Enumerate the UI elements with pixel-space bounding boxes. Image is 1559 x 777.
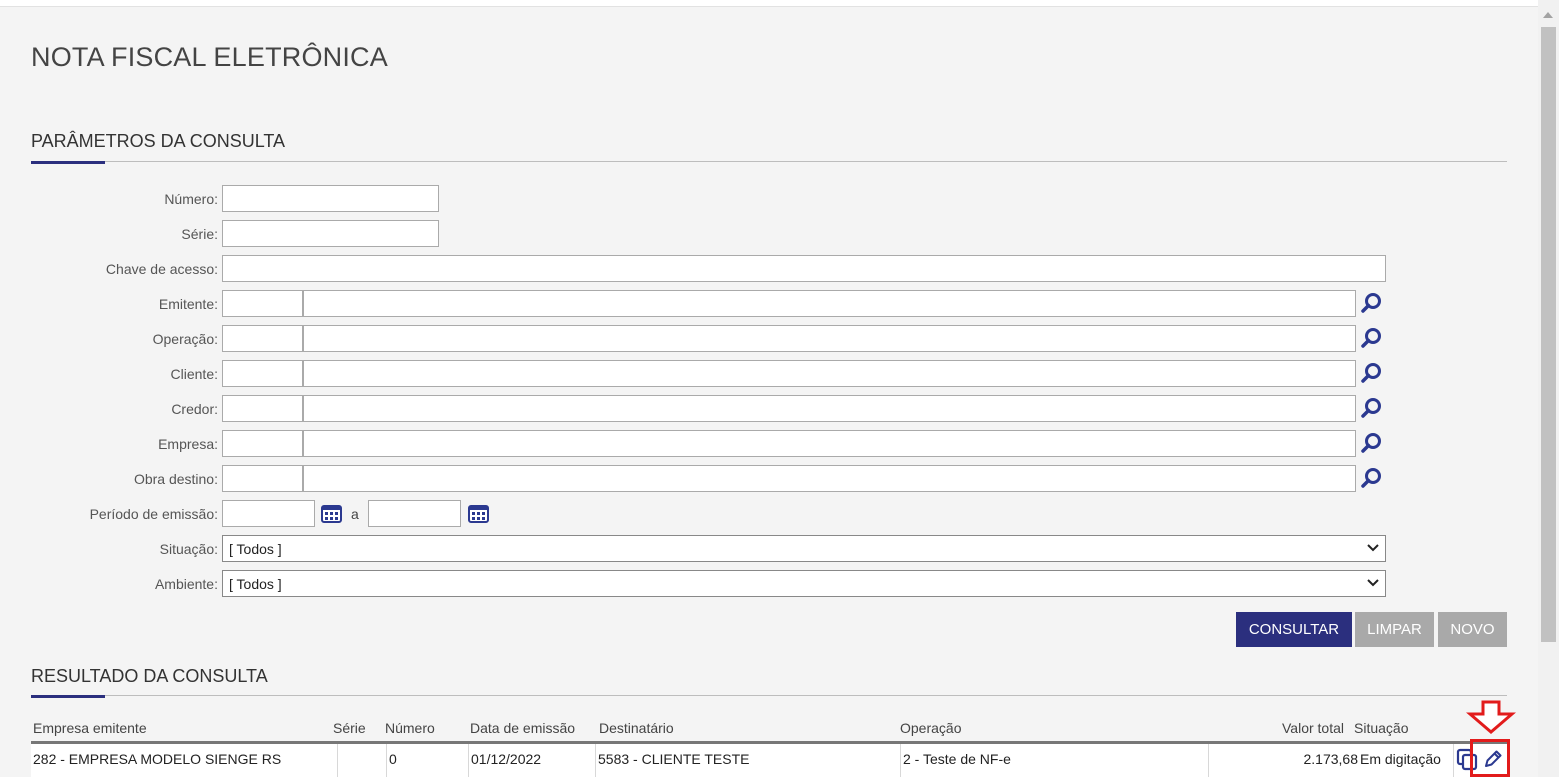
col-header-data[interactable]: Data de emissão: [470, 720, 575, 736]
ambiente-selected-value: [ Todos ]: [229, 576, 282, 592]
cell-destinatario: 5583 - CLIENTE TESTE: [598, 751, 750, 767]
situacao-select[interactable]: [ Todos ]: [222, 535, 1386, 562]
column-separator: [900, 744, 901, 777]
params-section-divider: [31, 161, 1507, 162]
situacao-selected-value: [ Todos ]: [229, 541, 282, 557]
results-section-divider: [31, 695, 1507, 696]
operacao-search-button[interactable]: [1358, 325, 1386, 352]
cell-numero: 0: [389, 751, 397, 767]
numero-label: Número:: [164, 191, 218, 207]
calendar-icon: [468, 505, 489, 523]
cell-valor: 2.173,68: [1303, 751, 1359, 767]
magnifier-icon: [1361, 328, 1381, 348]
periodo-separator: a: [351, 506, 359, 522]
serie-label: Série:: [181, 226, 218, 242]
empresa-label: Empresa:: [158, 436, 218, 452]
col-header-numero[interactable]: Número: [385, 720, 435, 736]
cell-situacao: Em digitação: [1360, 751, 1441, 767]
scroll-thumb[interactable]: [1541, 27, 1556, 642]
empresa-search-button[interactable]: [1358, 430, 1386, 457]
calendar-icon: [321, 505, 342, 523]
emitente-desc-input[interactable]: [303, 290, 1356, 317]
column-separator: [1208, 744, 1209, 777]
column-separator: [468, 744, 469, 777]
credor-code-input[interactable]: [222, 395, 303, 422]
chave-label: Chave de acesso:: [105, 261, 218, 277]
periodo-to-input[interactable]: [368, 500, 461, 527]
chave-acesso-input[interactable]: [222, 255, 1386, 282]
credor-search-button[interactable]: [1358, 395, 1386, 422]
obra-destino-desc-input[interactable]: [303, 465, 1356, 492]
operacao-code-input[interactable]: [222, 325, 303, 352]
magnifier-icon: [1361, 293, 1381, 313]
magnifier-icon: [1361, 468, 1381, 488]
col-header-destinatario[interactable]: Destinatário: [599, 720, 674, 736]
down-arrow-icon: [1465, 700, 1517, 734]
col-header-valor[interactable]: Valor total: [1282, 720, 1344, 736]
periodo-label: Período de emissão:: [89, 506, 218, 522]
col-header-situacao[interactable]: Situação: [1354, 720, 1408, 736]
column-separator: [595, 744, 596, 777]
top-strip: [0, 0, 1538, 7]
periodo-from-calendar-button[interactable]: [318, 500, 345, 527]
column-separator: [1453, 744, 1454, 777]
consultar-button[interactable]: CONSULTAR: [1236, 612, 1352, 647]
situacao-label: Situação:: [159, 541, 218, 557]
cliente-code-input[interactable]: [222, 360, 303, 387]
cliente-label: Cliente:: [170, 366, 218, 382]
magnifier-icon: [1361, 433, 1381, 453]
col-header-operacao[interactable]: Operação: [900, 720, 961, 736]
cliente-desc-input[interactable]: [303, 360, 1356, 387]
novo-button[interactable]: NOVO: [1438, 612, 1507, 647]
params-section-accent: [31, 161, 105, 164]
empresa-code-input[interactable]: [222, 430, 303, 457]
col-header-serie[interactable]: Série: [333, 720, 366, 736]
numero-input[interactable]: [222, 185, 439, 212]
periodo-from-input[interactable]: [222, 500, 315, 527]
ambiente-select[interactable]: [ Todos ]: [222, 570, 1386, 597]
emitente-code-input[interactable]: [222, 290, 303, 317]
magnifier-icon: [1361, 398, 1381, 418]
obra-destino-code-input[interactable]: [222, 465, 303, 492]
empresa-desc-input[interactable]: [303, 430, 1356, 457]
column-separator: [337, 744, 338, 777]
ambiente-label: Ambiente:: [154, 576, 218, 592]
params-section-title: PARÂMETROS DA CONSULTA: [31, 131, 286, 151]
page-title: NOTA FISCAL ELETRÔNICA: [31, 42, 388, 72]
obra-destino-search-button[interactable]: [1358, 465, 1386, 492]
chevron-down-icon: [1367, 540, 1379, 559]
emitente-search-button[interactable]: [1358, 290, 1386, 317]
operacao-desc-input[interactable]: [303, 325, 1356, 352]
cell-operacao: 2 - Teste de NF-e: [903, 751, 1011, 767]
credor-desc-input[interactable]: [303, 395, 1356, 422]
emitente-label: Emitente:: [158, 296, 218, 312]
column-separator: [386, 744, 387, 777]
chevron-down-icon: [1367, 575, 1379, 594]
cliente-search-button[interactable]: [1358, 360, 1386, 387]
annotation-arrow: [1465, 700, 1517, 734]
operacao-label: Operação:: [152, 331, 218, 347]
results-section-accent: [31, 695, 105, 698]
magnifier-icon: [1361, 363, 1381, 383]
annotation-highlight-box: [1470, 739, 1510, 777]
scroll-up-arrow-icon[interactable]: [1543, 12, 1553, 18]
periodo-to-calendar-button[interactable]: [465, 500, 492, 527]
cell-data: 01/12/2022: [471, 751, 542, 767]
obra-destino-label: Obra destino:: [133, 471, 218, 487]
col-header-empresa[interactable]: Empresa emitente: [33, 720, 147, 736]
cell-empresa: 282 - EMPRESA MODELO SIENGE RS: [33, 751, 282, 767]
credor-label: Credor:: [171, 401, 218, 417]
limpar-button[interactable]: LIMPAR: [1355, 612, 1434, 647]
results-section-title: RESULTADO DA CONSULTA: [31, 666, 268, 686]
serie-input[interactable]: [222, 220, 439, 247]
